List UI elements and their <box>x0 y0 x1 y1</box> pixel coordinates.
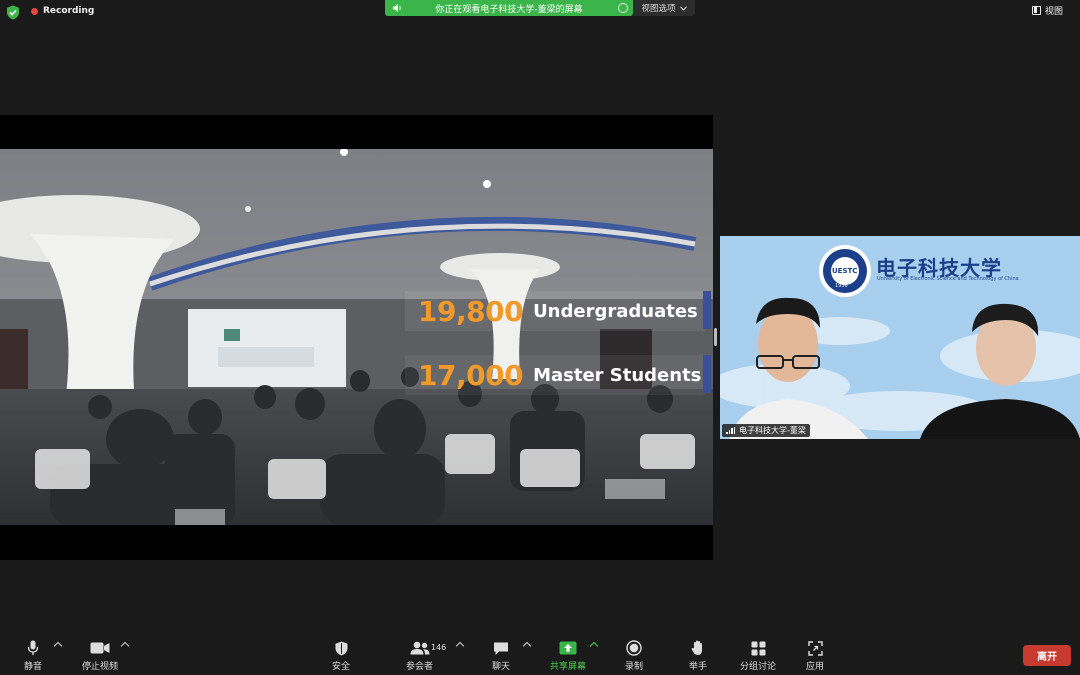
apps-label: 应用 <box>806 662 825 672</box>
meeting-toolbar: 静音 停止视频 安全 参会者 146 聊天 共享屏幕 录制 举手 分组讨论 应用 <box>0 635 1080 675</box>
mute-button[interactable]: 静音 <box>24 640 42 672</box>
stop-video-button[interactable]: 停止视频 <box>82 640 118 672</box>
breakout-grid-icon <box>751 641 765 655</box>
video-camera-icon <box>90 642 110 654</box>
speaker-icon <box>393 4 401 12</box>
chat-bubble-icon <box>494 642 508 655</box>
glasses-icon <box>756 355 820 369</box>
share-banner: 你正在观看电子科技大学-董梁的屏幕 <box>385 0 633 16</box>
view-layout-icon <box>1032 6 1041 15</box>
recording-dot-icon <box>31 7 38 15</box>
recording-label: Recording <box>43 6 95 16</box>
participant-count-badge: 146 <box>431 643 447 652</box>
recording-indicator[interactable]: Recording <box>31 6 94 16</box>
raise-hand-button[interactable]: 举手 <box>689 640 707 672</box>
record-icon <box>626 640 642 656</box>
view-options-button[interactable]: 视图选项 <box>633 0 695 16</box>
mute-label: 静音 <box>24 662 43 672</box>
logo-text-en: University of Electronic Science and Tec… <box>877 276 1019 282</box>
chat-label: 聊天 <box>492 662 511 672</box>
raise-hand-label: 举手 <box>689 662 708 672</box>
share-screen-button[interactable]: 共享屏幕 <box>550 640 586 672</box>
apps-icon <box>807 640 823 656</box>
video-options-chevron-icon[interactable] <box>120 641 130 651</box>
mute-options-chevron-icon[interactable] <box>53 641 63 651</box>
split-resize-handle[interactable] <box>714 328 717 346</box>
logo-year: 1956 <box>835 283 848 289</box>
stat-row: 19,800 Undergraduates <box>418 295 698 328</box>
record-label: 录制 <box>625 662 644 672</box>
apps-button[interactable]: 应用 <box>806 640 824 672</box>
participant-name: 电子科技大学-董梁 <box>739 426 806 435</box>
participant-video-tile[interactable]: UESTC 1956 电子科技大学 University of Electron… <box>720 236 1080 439</box>
stat-number: 17,000 <box>418 359 524 392</box>
shared-screen-image: 19,800 Undergraduates 17,000 Master Stud… <box>0 149 713 525</box>
lecture-hall-photo <box>0 149 713 525</box>
share-screen-label: 共享屏幕 <box>550 662 587 672</box>
stat-label: Master Students <box>533 365 702 386</box>
share-banner-text: 你正在观看电子科技大学-董梁的屏幕 <box>435 4 583 15</box>
record-button[interactable]: 录制 <box>625 640 643 672</box>
logo-abbr: UESTC <box>832 267 858 275</box>
stat-number: 19,800 <box>418 295 524 328</box>
view-button[interactable]: 视图 <box>1032 4 1063 17</box>
stat-accent-bar <box>703 355 711 393</box>
security-button[interactable]: 安全 <box>332 640 350 672</box>
security-shield-icon <box>7 5 19 20</box>
stat-accent-bar <box>703 291 711 329</box>
participant-name-tag: 电子科技大学-董梁 <box>722 424 810 437</box>
participants-icon <box>410 641 429 655</box>
participants-button[interactable]: 参会者 <box>406 640 433 672</box>
share-options-chevron-icon[interactable] <box>589 641 599 651</box>
participants-label: 参会者 <box>406 662 434 672</box>
share-screen-icon <box>559 641 577 655</box>
participants-options-chevron-icon[interactable] <box>455 641 465 651</box>
chat-options-chevron-icon[interactable] <box>522 641 532 651</box>
chat-button[interactable]: 聊天 <box>492 640 510 672</box>
view-label: 视图 <box>1045 7 1064 17</box>
status-circle-icon <box>618 3 628 13</box>
breakout-rooms-label: 分组讨论 <box>740 662 777 672</box>
signal-bars-icon <box>726 427 735 434</box>
leave-meeting-button[interactable]: 离开 <box>1023 645 1071 666</box>
stat-row: 17,000 Master Students <box>418 359 701 392</box>
view-options-label: 视图选项 <box>641 4 676 14</box>
security-label: 安全 <box>332 662 351 672</box>
breakout-rooms-button[interactable]: 分组讨论 <box>740 640 776 672</box>
shield-icon <box>335 641 347 655</box>
shared-screen[interactable]: 19,800 Undergraduates 17,000 Master Stud… <box>0 115 713 560</box>
raise-hand-icon <box>691 640 702 655</box>
stop-video-label: 停止视频 <box>82 662 119 672</box>
stat-label: Undergraduates <box>533 301 698 322</box>
microphone-icon <box>27 640 39 655</box>
chevron-down-icon <box>679 5 687 11</box>
